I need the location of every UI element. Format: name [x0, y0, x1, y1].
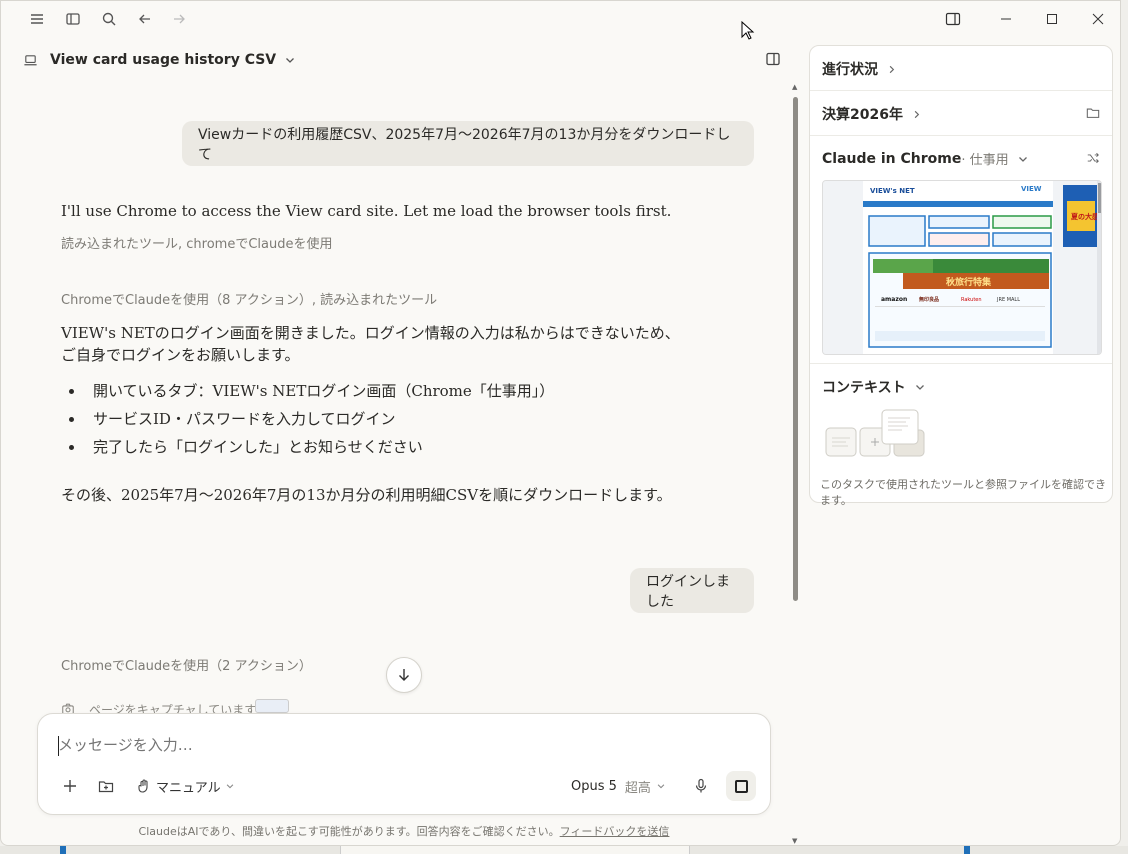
browser-label[interactable]: Claude in Chrome · 仕事用: [822, 149, 1029, 168]
assistant-message: その後、2025年7月〜2026年7月の13か月分の利用明細CSVを順にダウンロ…: [61, 486, 672, 504]
add-attachment-button[interactable]: [62, 774, 78, 798]
mode-label: マニュアル: [156, 780, 221, 796]
assistant-message-line: VIEW's NETのログイン画面を開きました。ログイン情報の入力は私からはでき…: [61, 324, 680, 342]
svg-text:Rakuten: Rakuten: [961, 297, 982, 303]
background-window-tab: [340, 846, 690, 854]
browser-screenshot-thumbnail[interactable]: VIEW's NET VIEW 秋旅行特集 amazon 無印良品 Rakute: [822, 180, 1102, 355]
chevron-right-icon: [886, 64, 897, 75]
chevron-down-icon: [914, 381, 926, 393]
user-message: ログインしました: [630, 568, 754, 613]
maximize-button[interactable]: [1037, 7, 1067, 31]
plus-icon: [64, 780, 76, 792]
sidebar-toggle-icon[interactable]: [63, 9, 83, 29]
context-section: コンテキスト このタスクで使用されたツールと参照ファイルを確認できます。: [810, 364, 1112, 507]
scroll-to-bottom-button[interactable]: [386, 657, 422, 693]
list-item: 完了したら「ログインした」とお知らせください: [61, 435, 554, 463]
scrollbar-thumb[interactable]: [793, 97, 798, 601]
chevron-down-icon: [284, 54, 296, 66]
list-item: 開いているタブ：VIEW's NETログイン画面（Chrome「仕事用」）: [61, 379, 554, 407]
svg-text:無印良品: 無印良品: [919, 296, 939, 303]
hand-icon: [138, 779, 148, 793]
scroll-up-arrow[interactable]: ▲: [792, 83, 797, 91]
disclaimer: ClaudeはAIであり、間違いを起こす可能性があります。回答内容をご確認くださ…: [1, 823, 807, 839]
svg-text:JRE MALL: JRE MALL: [996, 297, 1020, 303]
title-bar: [1, 1, 1120, 37]
assistant-message: I'll use Chrome to access the View card …: [61, 202, 672, 220]
capture-thumbnail[interactable]: [255, 699, 289, 713]
minimize-button[interactable]: [991, 7, 1021, 31]
model-name: Opus 5: [571, 778, 617, 794]
tool-usage-summary[interactable]: 読み込まれたツール, chromeでClaudeを使用: [61, 233, 332, 252]
tool-usage-summary[interactable]: ChromeでClaudeを使用（8 アクション）, 読み込まれたツール: [61, 289, 437, 308]
menu-icon[interactable]: [27, 9, 47, 29]
progress-label: 進行状況: [822, 59, 897, 79]
search-icon[interactable]: [99, 9, 119, 29]
model-effort: 超高: [624, 780, 651, 796]
chevron-down-icon: [1017, 153, 1029, 165]
arrow-down-icon: [399, 669, 409, 681]
context-description: このタスクで使用されたツールと参照ファイルを確認できます。: [820, 478, 1106, 507]
bullet-list: 開いているタブ：VIEW's NETログイン画面（Chrome「仕事用」） サー…: [61, 379, 554, 463]
text-caret: [58, 736, 59, 756]
context-label[interactable]: コンテキスト: [822, 377, 926, 397]
chevron-down-icon: [226, 784, 233, 789]
stop-icon: [734, 779, 748, 793]
chat-header[interactable]: View card usage history CSV: [23, 47, 296, 73]
model-selector[interactable]: Opus 5 超高: [571, 774, 666, 798]
message-input[interactable]: [58, 736, 738, 754]
taskbar-accent: [964, 846, 970, 854]
tool-usage-summary[interactable]: ChromeでClaudeを使用（2 アクション）: [61, 655, 312, 674]
voice-input-button[interactable]: [693, 774, 709, 798]
side-panel-toggle-icon[interactable]: [765, 51, 783, 69]
side-panel: 進行状況 決算2026年 Claude in Chrome · 仕事用 VIEW…: [809, 45, 1113, 507]
shuffle-icon[interactable]: [1086, 151, 1100, 165]
mode-selector[interactable]: マニュアル: [136, 774, 235, 798]
microphone-icon: [695, 778, 707, 793]
context-files-illustration: [825, 409, 925, 457]
panel-layout-icon[interactable]: [938, 7, 968, 31]
folder-plus-icon: [98, 781, 114, 793]
scrollbar[interactable]: [791, 93, 799, 845]
taskbar-accent: [60, 846, 66, 854]
forward-arrow-icon[interactable]: [169, 9, 189, 29]
svg-text:amazon: amazon: [881, 296, 907, 303]
mouse-cursor-icon: [741, 21, 755, 40]
browser-section: Claude in Chrome · 仕事用 VIEW's NET VIEW 秋…: [810, 136, 1112, 364]
progress-section[interactable]: 進行状況: [810, 46, 1112, 91]
project-label: 決算2026年: [822, 104, 922, 124]
view-net-page-preview: VIEW's NET VIEW 秋旅行特集 amazon 無印良品 Rakute: [823, 181, 1101, 354]
svg-text:VIEW: VIEW: [1021, 185, 1042, 193]
close-button[interactable]: [1083, 7, 1113, 31]
project-section[interactable]: 決算2026年: [810, 91, 1112, 136]
folder-icon[interactable]: [1086, 106, 1100, 120]
chevron-down-icon: [657, 784, 665, 789]
chevron-right-icon: [911, 109, 922, 120]
chat-title: View card usage history CSV: [50, 52, 277, 68]
assistant-message-line: ご自身でログインをお願いします。: [61, 346, 300, 364]
back-arrow-icon[interactable]: [135, 9, 155, 29]
laptop-icon: [23, 53, 38, 68]
add-folder-button[interactable]: [98, 774, 114, 798]
stop-button[interactable]: [726, 771, 756, 801]
user-message: Viewカードの利用履歴CSV、2025年7月〜2026年7月の13か月分をダウ…: [182, 121, 754, 166]
list-item: サービスID・パスワードを入力してログイン: [61, 407, 554, 435]
feedback-link[interactable]: フィードバックを送信: [560, 825, 670, 838]
app-window: View card usage history CSV ▲ ▼ Viewカードの…: [0, 0, 1121, 846]
message-composer: マニュアル Opus 5 超高: [37, 713, 771, 815]
svg-text:VIEW's NET: VIEW's NET: [870, 187, 915, 195]
svg-text:秋旅行特集: 秋旅行特集: [945, 276, 992, 288]
disclaimer-text: ClaudeはAIであり、間違いを起こす可能性があります。回答内容をご確認くださ…: [138, 825, 560, 838]
